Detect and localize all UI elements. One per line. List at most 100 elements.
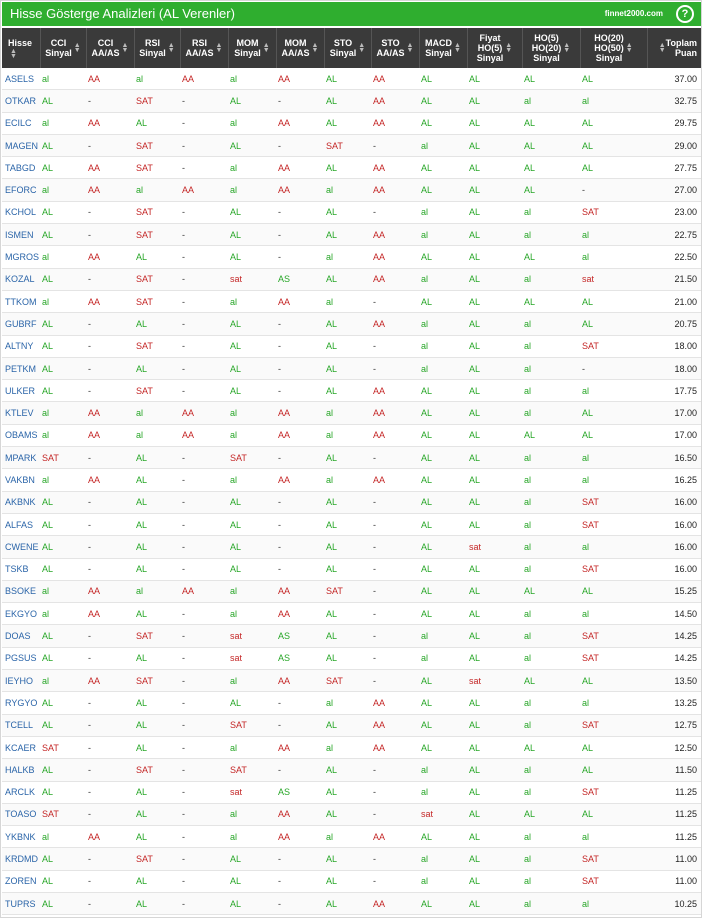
- stock-symbol-link[interactable]: ISMEN: [2, 223, 40, 247]
- stock-symbol-link[interactable]: OBAMS: [2, 424, 40, 448]
- sort-icon[interactable]: ▲ ▼: [168, 42, 175, 54]
- stock-symbol-link[interactable]: GUBRF: [2, 312, 40, 336]
- stock-symbol-link[interactable]: HALKB: [2, 758, 40, 782]
- stock-symbol-link[interactable]: ALTNY: [2, 335, 40, 358]
- table-row[interactable]: YKBNK al AA AL - al AA al AA AL AL al al 11.25: [2, 825, 701, 849]
- stock-symbol-link[interactable]: OTKAR: [2, 89, 40, 113]
- stock-symbol-link[interactable]: KTLEV: [2, 401, 40, 425]
- sort-icon[interactable]: ▲ ▼: [312, 42, 319, 54]
- stock-symbol-link[interactable]: KCHOL: [2, 201, 40, 225]
- table-row[interactable]: ALFAS AL - AL - AL - AL - AL AL al SAT 16.00: [2, 513, 701, 537]
- column-header-5[interactable]: MOM Sinyal ▲ ▼: [228, 28, 277, 68]
- stock-symbol-link[interactable]: ZOREN: [2, 870, 40, 893]
- stock-symbol-link[interactable]: EKGYO: [2, 602, 40, 626]
- table-row[interactable]: EKGYO al AA AL - al AA AL - AL AL al al 14.50: [2, 602, 701, 626]
- stock-symbol-link[interactable]: RYGYO: [2, 691, 40, 715]
- column-header-7[interactable]: STO Sinyal ▲ ▼: [324, 28, 372, 68]
- stock-symbol-link[interactable]: ECILC: [2, 112, 40, 135]
- stock-symbol-link[interactable]: KRDMD: [2, 847, 40, 871]
- table-row[interactable]: AKBNK AL - AL - AL - AL - AL AL al SAT 16.00: [2, 491, 701, 514]
- table-row[interactable]: ISMEN AL - SAT - AL - AL AA al AL al al 22.75: [2, 223, 701, 247]
- table-row[interactable]: TSKB AL - AL - AL - AL - AL AL al SAT 16.00: [2, 558, 701, 581]
- table-row[interactable]: ZOREN AL - AL - AL - AL - al AL al SAT 11.00: [2, 870, 701, 893]
- stock-symbol-link[interactable]: MPARK: [2, 446, 40, 470]
- table-row[interactable]: GUBRF AL - AL - AL - AL AA al AL al AL 20.75: [2, 312, 701, 336]
- table-row[interactable]: ASELS al AA al AA al AA AL AA AL AL AL AL 37.00: [2, 68, 701, 91]
- help-icon[interactable]: ?: [676, 5, 694, 23]
- table-row[interactable]: MGROS al AA AL - AL - al AA AL AL AL al 22.50: [2, 245, 701, 269]
- table-row[interactable]: TUPRS AL - AL - AL - AL AA AL AL al al 10.25: [2, 892, 701, 916]
- stock-symbol-link[interactable]: MGROS: [2, 245, 40, 269]
- table-row[interactable]: CWENE AL - AL - AL - AL - AL sat al al 16.00: [2, 535, 701, 559]
- sort-icon[interactable]: ▲ ▼: [505, 42, 512, 54]
- stock-symbol-link[interactable]: PETKM: [2, 357, 40, 381]
- table-row[interactable]: EFORC al AA al AA al AA al AA AL AL AL -27.00: [2, 178, 701, 202]
- stock-symbol-link[interactable]: ULKER: [2, 379, 40, 403]
- stock-symbol-link[interactable]: EFORC: [2, 178, 40, 202]
- column-header-12[interactable]: HO(20) HO(50) Sinyal ▲ ▼: [580, 28, 648, 68]
- table-row[interactable]: KCHOL AL - SAT - AL - AL - al AL al SAT 23.00: [2, 201, 701, 225]
- column-header-3[interactable]: RSI Sinyal ▲ ▼: [134, 28, 181, 68]
- column-header-13[interactable]: ▲ ▼ Toplam Puan: [647, 28, 701, 68]
- stock-symbol-link[interactable]: KOZAL: [2, 268, 40, 291]
- sort-icon[interactable]: ▲ ▼: [563, 42, 570, 54]
- column-header-4[interactable]: RSI AA/AS ▲ ▼: [180, 28, 229, 68]
- column-header-9[interactable]: MACD Sinyal ▲ ▼: [419, 28, 468, 68]
- sort-icon[interactable]: ▲ ▼: [10, 48, 17, 60]
- stock-symbol-link[interactable]: TABGD: [2, 156, 40, 180]
- column-header-0[interactable]: Hisse ▲ ▼: [2, 28, 41, 68]
- stock-symbol-link[interactable]: YKBNK: [2, 825, 40, 849]
- sort-icon[interactable]: ▲ ▼: [263, 42, 270, 54]
- table-row[interactable]: ARCLK AL - AL - sat AS AL - al AL al SAT 11.25: [2, 781, 701, 804]
- column-header-10[interactable]: Fiyat HO(5) Sinyal ▲ ▼: [467, 28, 523, 68]
- stock-symbol-link[interactable]: DOAS: [2, 624, 40, 648]
- sort-icon[interactable]: ▲ ▼: [407, 42, 414, 54]
- sort-icon[interactable]: ▲ ▼: [122, 42, 129, 54]
- stock-symbol-link[interactable]: VAKBN: [2, 468, 40, 492]
- table-row[interactable]: KTLEV al AA al AA al AA al AA AL AL al AL 17.00: [2, 401, 701, 425]
- stock-symbol-link[interactable]: ARCLK: [2, 781, 40, 804]
- table-row[interactable]: TCELL AL - AL - SAT - AL AA AL AL al SAT 12.75: [2, 714, 701, 737]
- stock-symbol-link[interactable]: CWENE: [2, 535, 40, 559]
- sort-icon[interactable]: ▲ ▼: [216, 42, 223, 54]
- stock-symbol-link[interactable]: TUPRS: [2, 892, 40, 916]
- table-row[interactable]: DOAS AL - SAT - sat AS AL - al AL al SAT 14.25: [2, 624, 701, 648]
- table-row[interactable]: MPARK SAT - AL - SAT - AL - AL AL al al 16.50: [2, 446, 701, 470]
- table-row[interactable]: KCAER SAT - AL - al AA al AA AL AL AL AL 12.50: [2, 736, 701, 760]
- sort-icon[interactable]: ▲ ▼: [659, 42, 666, 54]
- sort-icon[interactable]: ▲ ▼: [626, 42, 633, 54]
- stock-symbol-link[interactable]: AKBNK: [2, 491, 40, 514]
- stock-symbol-link[interactable]: MAGEN: [2, 134, 40, 158]
- table-row[interactable]: KOZAL AL - SAT - sat AS AL AA al AL al sat 21.50: [2, 268, 701, 291]
- column-header-1[interactable]: CCI Sinyal ▲ ▼: [40, 28, 87, 68]
- brand-link[interactable]: finnet2000.com: [605, 9, 663, 18]
- stock-symbol-link[interactable]: TTKOM: [2, 290, 40, 314]
- table-row[interactable]: TTKOM al AA SAT - al AA al - AL AL AL AL 21.00: [2, 290, 701, 314]
- stock-symbol-link[interactable]: ALFAS: [2, 513, 40, 537]
- stock-symbol-link[interactable]: TSKB: [2, 558, 40, 581]
- table-row[interactable]: OBAMS al AA al AA al AA al AA AL AL AL AL 17.00: [2, 424, 701, 448]
- table-row[interactable]: MAGEN AL - SAT - AL - SAT - al AL AL AL 29.00: [2, 134, 701, 158]
- table-row[interactable]: RYGYO AL - AL - AL - al AA AL AL al al 13.25: [2, 691, 701, 715]
- table-row[interactable]: TABGD AL AA SAT - al AA AL AA AL AL AL AL 27.75: [2, 156, 701, 180]
- column-header-8[interactable]: STO AA/AS ▲ ▼: [371, 28, 420, 68]
- table-row[interactable]: KRDMD AL - SAT - AL - AL - al AL al SAT 11.00: [2, 847, 701, 871]
- stock-symbol-link[interactable]: KCAER: [2, 736, 40, 760]
- table-row[interactable]: ULKER AL - SAT - AL - AL AA AL AL al al 17.75: [2, 379, 701, 403]
- table-row[interactable]: ECILC al AA AL - al AA AL AA AL AL AL AL 29.75: [2, 112, 701, 135]
- sort-icon[interactable]: ▲ ▼: [358, 42, 365, 54]
- column-header-2[interactable]: CCI AA/AS ▲ ▼: [86, 28, 135, 68]
- table-row[interactable]: IEYHO al AA SAT - al AA SAT - AL sat AL AL 13.50: [2, 669, 701, 693]
- column-header-11[interactable]: HO(5) HO(20) Sinyal ▲ ▼: [522, 28, 581, 68]
- table-row[interactable]: TOASO SAT - AL - al AA AL - sat AL AL AL 11.25: [2, 803, 701, 827]
- stock-symbol-link[interactable]: TOASO: [2, 803, 40, 827]
- stock-symbol-link[interactable]: PGSUS: [2, 647, 40, 671]
- table-row[interactable]: HALKB AL - SAT - SAT - AL - al AL al AL 11.50: [2, 758, 701, 782]
- table-row[interactable]: ALTNY AL - SAT - AL - AL - al AL al SAT 18.00: [2, 335, 701, 358]
- table-row[interactable]: OTKAR AL - SAT - AL - AL AA AL AL al al 32.75: [2, 89, 701, 113]
- table-row[interactable]: PETKM AL - AL - AL - AL - al AL al -18.00: [2, 357, 701, 381]
- table-row[interactable]: PGSUS AL - AL - sat AS AL - al AL al SAT 14.25: [2, 647, 701, 671]
- sort-icon[interactable]: ▲ ▼: [74, 42, 81, 54]
- column-header-6[interactable]: MOM AA/AS ▲ ▼: [276, 28, 325, 68]
- stock-symbol-link[interactable]: TCELL: [2, 714, 40, 737]
